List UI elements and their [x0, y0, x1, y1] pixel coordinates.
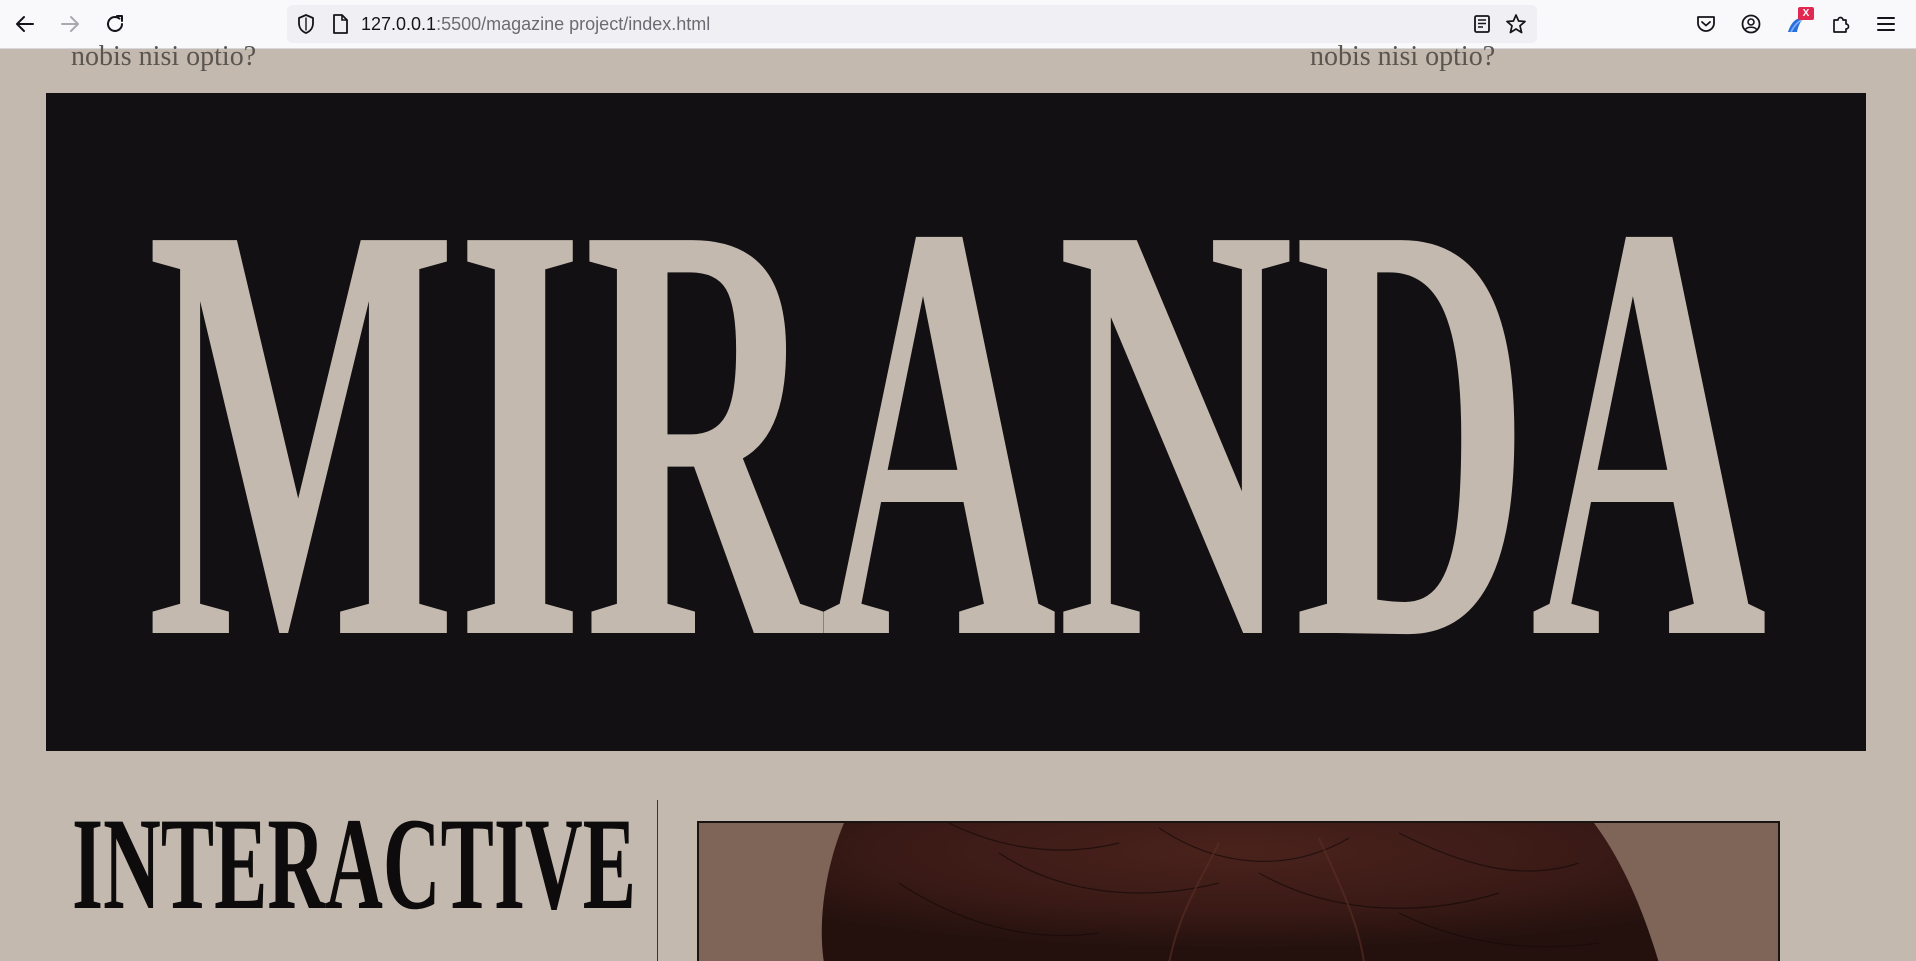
account-icon: [1741, 14, 1761, 34]
arrow-left-icon: [16, 16, 34, 32]
shield-icon[interactable]: [295, 13, 317, 35]
forward-button[interactable]: [52, 6, 88, 42]
reader-view-icon[interactable]: [1471, 13, 1493, 35]
masthead-banner: MIRANDA: [46, 93, 1866, 751]
url-text[interactable]: 127.0.0.1:5500/magazine project/index.ht…: [361, 5, 710, 43]
masthead-title: MIRANDA: [147, 98, 1767, 751]
hair-illustration-image: [699, 823, 1778, 961]
pocket-button[interactable]: [1688, 6, 1724, 42]
section-heading-graphic: INTERACTIVE: [72, 805, 636, 915]
menu-icon: [1877, 17, 1895, 31]
account-button[interactable]: [1733, 6, 1769, 42]
intro-text-left: nobis nisi optio?: [71, 41, 257, 72]
extension-badge: X: [1798, 7, 1814, 20]
arrow-right-icon: [61, 16, 79, 32]
browser-toolbar: 127.0.0.1:5500/magazine project/index.ht…: [0, 0, 1916, 49]
page-info-icon[interactable]: [329, 13, 351, 35]
puzzle-icon: [1833, 16, 1850, 33]
url-host: 127.0.0.1: [361, 14, 437, 34]
reload-button[interactable]: [97, 6, 133, 42]
pocket-icon: [1697, 16, 1715, 32]
section-heading: INTERACTIVE: [72, 805, 636, 915]
bookmark-star-icon[interactable]: [1505, 13, 1527, 35]
cover-illustration: [697, 821, 1780, 961]
url-path: :5500/magazine project/index.html: [436, 14, 711, 34]
extensions-menu-button[interactable]: [1823, 6, 1859, 42]
column-divider: [657, 800, 658, 961]
back-button[interactable]: [7, 6, 43, 42]
app-menu-button[interactable]: [1868, 6, 1904, 42]
intro-text-right: nobis nisi optio?: [1310, 41, 1496, 72]
masthead-title-graphic: MIRANDA: [147, 98, 1767, 751]
reload-icon: [107, 15, 123, 32]
url-bar[interactable]: 127.0.0.1:5500/magazine project/index.ht…: [287, 5, 1537, 43]
